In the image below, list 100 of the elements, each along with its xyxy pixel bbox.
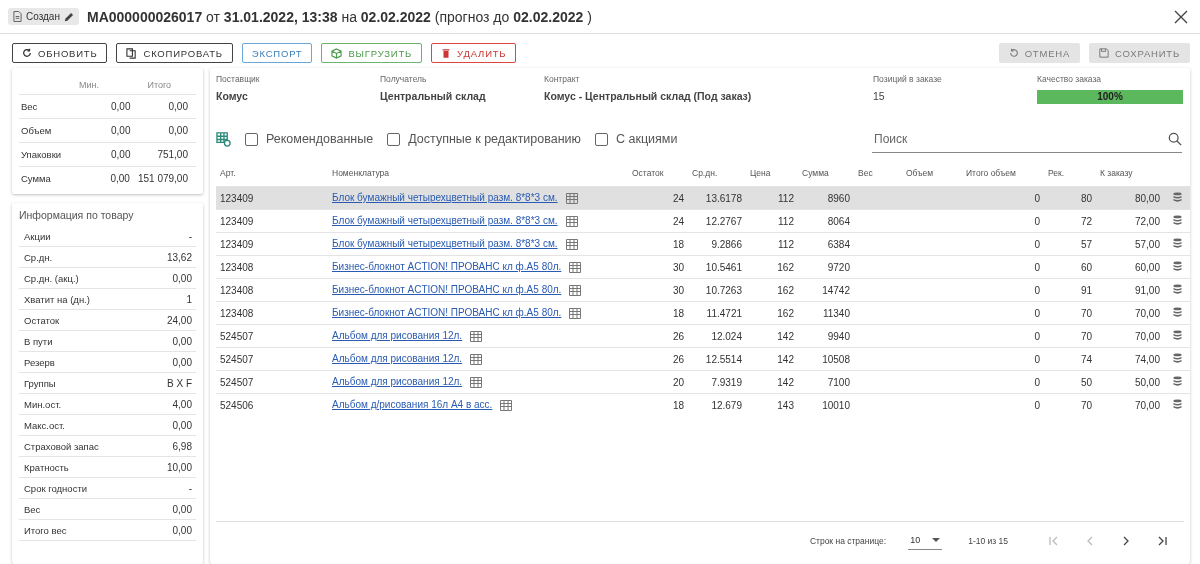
database-icon[interactable] xyxy=(1172,260,1182,272)
toolbar-button[interactable]: ОБНОВИТЬ xyxy=(12,43,108,63)
table-cell: 524507 xyxy=(216,347,328,371)
rows-per-page-label: Строк на странице: xyxy=(809,536,887,546)
table-cell: 7.9319 xyxy=(688,370,746,394)
table-settings-icon[interactable] xyxy=(216,131,231,147)
table-cell: 60 xyxy=(1044,255,1096,279)
product-link[interactable]: Альбом для рисования 12л. xyxy=(332,376,463,388)
grid-icon[interactable] xyxy=(470,330,483,342)
database-icon[interactable] xyxy=(1172,352,1182,364)
table-cell: 9940 xyxy=(798,324,854,348)
table-row[interactable]: 123409 Блок бумажный четырехцветный разм. 8*8*3 см. 24 13.6178 112 8960 0 80 80,00 xyxy=(216,186,1190,210)
database-icon[interactable] xyxy=(1172,329,1182,341)
product-link[interactable]: Блок бумажный четырехцветный разм. 8*8*3 см. xyxy=(332,238,558,250)
database-icon[interactable] xyxy=(1172,375,1182,387)
table-cell: 112 xyxy=(746,186,798,210)
product-link[interactable]: Бизнес-блокнот ACTION! ПРОВАНС кл ф.А5 80л. xyxy=(332,261,562,273)
product-link[interactable]: Альбом для рисования 12л. xyxy=(332,353,463,365)
info-label: Страховой запас xyxy=(24,441,99,452)
grid-icon[interactable] xyxy=(565,192,578,204)
status-chip[interactable]: Создан xyxy=(8,8,79,25)
table-cell: 80 xyxy=(1044,186,1096,210)
database-icon[interactable] xyxy=(1172,283,1182,295)
info-value: 0,00 xyxy=(172,273,193,284)
info-value: 0,00 xyxy=(172,525,193,536)
table-cell: 112 xyxy=(746,209,798,233)
product-link[interactable]: Альбом для рисования 12л. xyxy=(332,330,463,342)
column-header: Номенклатура xyxy=(328,160,628,187)
row-label: Упаковки xyxy=(21,149,63,160)
database-icon[interactable] xyxy=(1172,214,1182,226)
grid-icon[interactable] xyxy=(569,307,582,319)
total-value: 751,00 xyxy=(156,149,189,160)
table-cell: 18 xyxy=(628,232,688,256)
table-cell: 57 xyxy=(1044,232,1096,256)
table-row[interactable]: 123408 Бизнес-блокнот ACTION! ПРОВАНС кл ф.А5 80л. 30 10.5461 162 9720 0 60 60,00 xyxy=(216,255,1190,279)
refresh-icon xyxy=(22,48,32,58)
toolbar-button[interactable]: ВЫГРУЗИТЬ xyxy=(321,43,423,63)
product-link[interactable]: Альбом д/рисования 16л А4 в асс. xyxy=(332,399,493,411)
table-cell: 8960 xyxy=(798,186,854,210)
database-icon[interactable] xyxy=(1172,191,1182,203)
min-value: 0,00 xyxy=(110,149,132,160)
field-value: Комус - Центральный склад (Под заказ) xyxy=(544,90,753,102)
database-icon[interactable] xyxy=(1172,306,1182,318)
table-cell: 91,00 xyxy=(1096,278,1164,302)
dropdown-caret-icon xyxy=(932,537,941,542)
grid-icon[interactable] xyxy=(569,261,582,273)
table-row[interactable]: 524507 Альбом для рисования 12л. 26 12.5514 142 10508 0 74 74,00 xyxy=(216,347,1190,371)
document-icon xyxy=(13,11,22,22)
filter-checkbox[interactable]: Доступные к редактированию xyxy=(387,132,581,146)
product-link[interactable]: Бизнес-блокнот ACTION! ПРОВАНС кл ф.А5 80л. xyxy=(332,307,562,319)
filter-checkbox[interactable]: С акциями xyxy=(594,132,678,146)
field-value: Комус xyxy=(216,90,249,102)
table-cell: 18 xyxy=(628,393,688,416)
filter-checkbox[interactable]: Рекомендованные xyxy=(245,132,374,146)
table-row[interactable]: 524506 Альбом д/рисования 16л А4 в асс. 18 12.679 143 10010 0 70 70,00 xyxy=(216,393,1190,416)
info-label: Ср.дн. xyxy=(24,252,53,263)
info-label: Остаток xyxy=(24,315,60,326)
table-row[interactable]: 524507 Альбом для рисования 12л. 20 7.9319 142 7100 0 50 50,00 xyxy=(216,370,1190,394)
quality-text: 100% xyxy=(1096,90,1124,104)
table-cell: 0 xyxy=(962,278,1044,302)
info-value: - xyxy=(188,483,193,494)
last-page-button[interactable] xyxy=(1156,535,1168,547)
table-cell: 123409 xyxy=(216,232,328,256)
column-header: Остаток xyxy=(628,160,688,187)
table-cell: 9.2866 xyxy=(688,232,746,256)
table-cell: 0 xyxy=(962,301,1044,325)
min-value: 0,00 xyxy=(109,173,131,184)
table-cell: 74,00 xyxy=(1096,347,1164,371)
table-cell: 524507 xyxy=(216,370,328,394)
toolbar-button[interactable]: ЭКСПОРТ xyxy=(241,43,313,63)
column-header: К заказу xyxy=(1096,160,1164,187)
toolbar-button[interactable]: СКОПИРОВАТЬ xyxy=(116,43,233,63)
grid-icon[interactable] xyxy=(500,399,513,411)
database-icon[interactable] xyxy=(1172,398,1182,410)
total-value: 0,00 xyxy=(167,125,189,136)
grid-icon[interactable] xyxy=(565,238,578,250)
grid-icon[interactable] xyxy=(569,284,582,296)
grid-icon[interactable] xyxy=(565,215,578,227)
rows-per-page-select[interactable]: 10 xyxy=(908,532,943,550)
table-row[interactable]: 123408 Бизнес-блокнот ACTION! ПРОВАНС кл ф.А5 80л. 30 10.7263 162 14742 0 91 91,00 xyxy=(216,278,1190,302)
row-label: Объем xyxy=(21,125,53,136)
table-row[interactable]: 524507 Альбом для рисования 12л. 26 12.024 142 9940 0 70 70,00 xyxy=(216,324,1190,348)
database-icon[interactable] xyxy=(1172,237,1182,249)
product-link[interactable]: Бизнес-блокнот ACTION! ПРОВАНС кл ф.А5 80л. xyxy=(332,284,562,296)
table-cell: 6384 xyxy=(798,232,854,256)
table-row[interactable]: 123409 Блок бумажный четырехцветный разм. 8*8*3 см. 24 12.2767 112 8064 0 72 72,00 xyxy=(216,209,1190,233)
toolbar-button[interactable]: УДАЛИТЬ xyxy=(431,43,517,63)
grid-icon[interactable] xyxy=(470,376,483,388)
table-row[interactable]: 123408 Бизнес-блокнот ACTION! ПРОВАНС кл ф.А5 80л. 18 11.4721 162 11340 0 70 70,00 xyxy=(216,301,1190,325)
product-link[interactable]: Блок бумажный четырехцветный разм. 8*8*3 см. xyxy=(332,215,558,227)
search-field[interactable]: Поиск xyxy=(872,130,1168,147)
grid-icon[interactable] xyxy=(470,353,483,365)
info-label: Резерв xyxy=(24,357,55,368)
total-value: 151 079,00 xyxy=(137,173,189,184)
table-cell: 142 xyxy=(746,370,798,394)
close-icon[interactable] xyxy=(1174,9,1188,24)
table-cell: 112 xyxy=(746,232,798,256)
table-row[interactable]: 123409 Блок бумажный четырехцветный разм. 8*8*3 см. 18 9.2866 112 6384 0 57 57,00 xyxy=(216,232,1190,256)
table-cell: 91 xyxy=(1044,278,1096,302)
field-value: 15 xyxy=(873,90,886,102)
